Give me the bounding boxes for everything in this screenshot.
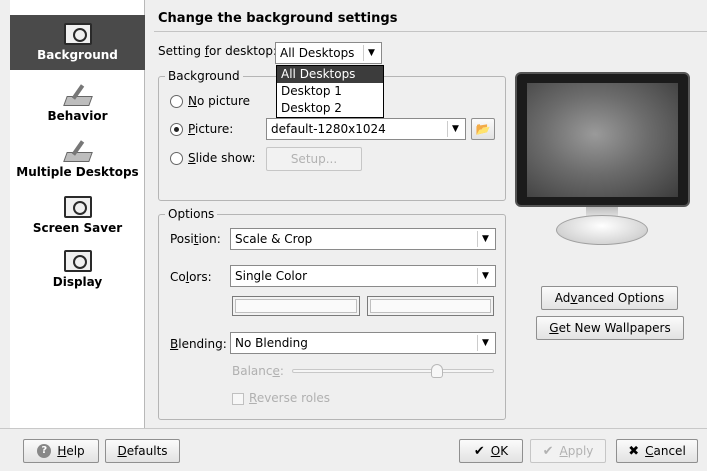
radio-label: Picture:	[188, 122, 234, 136]
group-title: Background	[165, 69, 243, 83]
blending-select-value: No Blending	[235, 336, 308, 350]
monitor-base	[556, 215, 648, 245]
setup-button[interactable]: Setup...	[266, 147, 362, 171]
reverse-roles-label: Reverse roles	[249, 391, 331, 405]
get-new-wallpapers-button[interactable]: Get New Wallpapers	[536, 316, 684, 340]
sidebar-item-display[interactable]: Display	[10, 250, 145, 289]
checkmark-icon: ✔	[473, 443, 485, 459]
picture-radio[interactable]: Picture:	[170, 122, 233, 136]
balance-slider-handle[interactable]	[431, 364, 444, 378]
sidebar-item-label: Multiple Desktops	[16, 165, 139, 179]
monitor-preview	[515, 72, 690, 207]
cancel-icon: ✖	[628, 443, 640, 459]
sidebar-item-multiple-desktops[interactable]: Multiple Desktops	[10, 140, 145, 179]
primary-color-button[interactable]	[232, 296, 360, 316]
checkmark-icon: ✔	[542, 443, 554, 459]
browse-picture-button[interactable]: 📂	[471, 118, 495, 140]
position-select[interactable]: Scale & Crop ▼	[230, 228, 496, 250]
divider	[154, 31, 707, 32]
tools-icon	[63, 84, 93, 106]
blending-label: Blending:	[170, 337, 227, 351]
colors-select[interactable]: Single Color ▼	[230, 265, 496, 287]
slideshow-radio[interactable]: Slide show:	[170, 151, 256, 165]
help-button[interactable]: ? Help	[23, 439, 99, 463]
dropdown-option-all-desktops[interactable]: All Desktops	[277, 66, 383, 83]
chevron-down-icon: ▼	[447, 121, 463, 137]
sidebar-item-label: Screen Saver	[32, 221, 123, 235]
ok-button[interactable]: ✔ O K	[459, 439, 523, 463]
chevron-down-icon: ▼	[363, 45, 379, 61]
wallpaper-preview	[527, 83, 678, 197]
blending-select[interactable]: No Blending ▼	[230, 332, 496, 354]
sidebar-item-screen-saver[interactable]: Screen Saver	[10, 196, 145, 235]
advanced-options-button[interactable]: Ad v anced Options	[541, 286, 678, 310]
help-icon: ?	[37, 444, 52, 458]
secondary-color-button[interactable]	[367, 296, 494, 316]
radio-indicator	[170, 122, 183, 136]
cancel-button[interactable]: ✖ Cancel	[616, 439, 698, 463]
desktop-dropdown-list: All Desktops Desktop 1 Desktop 2	[276, 65, 384, 118]
radio-label: No picture	[188, 94, 251, 108]
dropdown-option-desktop-1[interactable]: Desktop 1	[277, 83, 383, 100]
balance-label: Balance:	[232, 364, 284, 378]
sidebar-item-behavior[interactable]: Behavior	[10, 84, 145, 123]
radio-label: Slide show:	[188, 151, 256, 165]
background-settings-window: Background Behavior Multiple Desktops Sc…	[0, 0, 707, 471]
sidebar-item-background[interactable]: Background	[10, 15, 145, 70]
group-title: Options	[165, 207, 218, 221]
page-title: Change the background settings	[158, 11, 398, 26]
chevron-down-icon: ▼	[477, 268, 493, 284]
colors-label: Colors:	[170, 270, 212, 284]
radio-indicator	[170, 151, 183, 165]
sidebar: Background Behavior Multiple Desktops Sc…	[10, 0, 145, 428]
defaults-button[interactable]: Defaults	[105, 439, 180, 463]
monitor-icon	[63, 250, 92, 272]
dropdown-option-desktop-2[interactable]: Desktop 2	[277, 100, 383, 117]
folder-icon: 📂	[475, 122, 491, 136]
sidebar-item-label: Display	[52, 275, 103, 289]
chevron-down-icon: ▼	[477, 335, 493, 351]
chevron-down-icon: ▼	[477, 231, 493, 247]
desktop-select[interactable]: All Desktops ▼	[275, 42, 382, 64]
apply-button[interactable]: ✔ Apply	[530, 439, 606, 463]
sidebar-item-label: Behavior	[47, 109, 108, 123]
desktop-setting-label: Setting for desktop:	[158, 44, 278, 58]
position-select-value: Scale & Crop	[235, 232, 313, 246]
balance-slider-track[interactable]	[292, 369, 494, 373]
reverse-roles-checkbox[interactable]	[232, 393, 244, 405]
colors-select-value: Single Color	[235, 269, 308, 283]
main-panel: Change the background settings Setting f…	[146, 0, 707, 428]
picture-select-value: default-1280x1024	[271, 122, 386, 136]
tools-icon	[63, 140, 93, 162]
position-label: Position:	[170, 232, 221, 246]
no-picture-radio[interactable]: No picture	[170, 94, 250, 108]
footer-divider	[0, 428, 707, 429]
sidebar-item-label: Background	[37, 48, 118, 62]
monitor-icon	[63, 23, 92, 45]
monitor-icon	[63, 196, 92, 218]
desktop-select-value: All Desktops	[280, 46, 355, 60]
picture-select[interactable]: default-1280x1024 ▼	[266, 118, 466, 140]
radio-indicator	[170, 94, 183, 108]
